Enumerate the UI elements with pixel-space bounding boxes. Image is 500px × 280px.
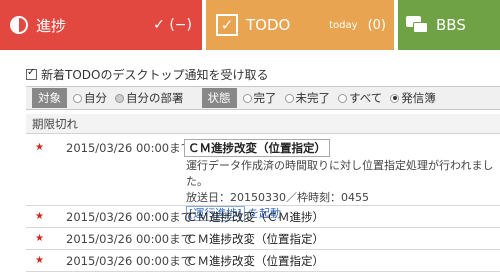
divider	[26, 249, 500, 250]
tab-bbs[interactable]: BBS	[398, 0, 500, 50]
radio-icon	[115, 93, 124, 103]
star-icon: ★	[35, 233, 44, 244]
star-icon: ★	[35, 142, 44, 153]
radio-label: すべて	[349, 91, 383, 105]
tab-todo-count: (0)	[367, 17, 386, 33]
filter-target-label: 対象	[32, 88, 67, 108]
filter-status-label: 状態	[201, 88, 237, 108]
radio-label: 発信簿	[401, 91, 436, 105]
tab-todo-label: TODO	[246, 16, 291, 34]
radio-label: 未完了	[295, 91, 331, 105]
section-title: 期限切れ	[32, 116, 78, 131]
tab-todo[interactable]: ✓ TODO today (0)	[206, 0, 394, 50]
list-item[interactable]: ★ 2015/03/26 00:00まで ＣＭ進捗改変（位置指定） 運行データ作…	[26, 139, 500, 221]
star-icon: ★	[35, 211, 44, 222]
divider	[26, 227, 500, 228]
list-item[interactable]: ★ 2015/03/26 00:00まで ＣＭ進捗改変（位置指定）	[26, 231, 500, 249]
item-title[interactable]: ＣＭ進捗改変（位置指定）	[186, 253, 324, 269]
divider	[26, 205, 500, 206]
item-title[interactable]: ＣＭ進捗改変（位置指定）	[184, 139, 330, 157]
item-date: 2015/03/26 00:00まで	[66, 141, 193, 155]
tab-todo-today: today	[329, 19, 358, 31]
item-detail-line1: 運行データ作成済の時間取りに対し位置指定処理が行われました。	[186, 159, 494, 188]
radio-label: 自分	[84, 91, 107, 105]
item-date: 2015/03/26 00:00まで	[66, 232, 193, 246]
radio-target-dept[interactable]: 自分の部署	[115, 90, 184, 106]
tab-todo-count-wrap: today (0)	[329, 18, 386, 33]
desktop-notify-option[interactable]: 新着TODOのデスクトップ通知を受け取る	[26, 66, 268, 83]
tab-bar: 進捗 ✓ (−) ✓ TODO today (0) BBS	[0, 0, 500, 50]
divider	[26, 271, 500, 272]
tab-progress[interactable]: 進捗 ✓ (−)	[0, 0, 202, 50]
star-icon: ★	[35, 255, 44, 266]
filter-bar: 対象 自分 自分の部署 状態 完了 未完了 すべて 発信簿	[26, 86, 500, 110]
checkbox-icon: ✓	[216, 14, 238, 36]
section-overdue: 期限切れ	[26, 114, 500, 134]
radio-icon	[73, 93, 82, 103]
radio-status-undone[interactable]: 未完了	[284, 90, 331, 106]
chat-bubbles-icon	[406, 15, 428, 35]
item-detail-line2: 放送日：20150330／枠時刻：0455	[186, 191, 369, 204]
radio-status-all[interactable]: すべて	[338, 90, 382, 106]
notify-label: 新着TODOのデスクトップ通知を受け取る	[41, 68, 269, 82]
notify-checkbox[interactable]	[26, 67, 37, 80]
radio-status-done[interactable]: 完了	[242, 90, 277, 106]
pie-chart-icon	[10, 16, 28, 34]
radio-icon	[338, 93, 347, 103]
tab-bbs-label: BBS	[436, 16, 466, 34]
radio-target-self[interactable]: 自分	[73, 90, 107, 106]
radio-icon	[242, 93, 252, 103]
radio-label: 完了	[253, 91, 277, 105]
radio-label: 自分の部署	[126, 91, 184, 105]
radio-icon	[390, 93, 400, 103]
tab-progress-label: 進捗	[36, 16, 67, 35]
item-date: 2015/03/26 00:00まで	[66, 210, 193, 224]
item-title[interactable]: ＣＭ進捗改変（位置指定）	[186, 231, 324, 247]
list-item[interactable]: ★ 2015/03/26 00:00まで ＣＭ進捗改変（位置指定）	[26, 253, 500, 271]
tab-progress-count: ✓ (−)	[153, 17, 192, 33]
radio-icon	[284, 93, 294, 103]
radio-status-sent[interactable]: 発信簿	[390, 90, 436, 106]
item-title[interactable]: ＣＭ進捗改変（ＣＭ進捗）	[186, 209, 324, 225]
list-item[interactable]: ★ 2015/03/26 00:00まで ＣＭ進捗改変（ＣＭ進捗）	[26, 209, 500, 227]
item-date: 2015/03/26 00:00まで	[66, 254, 193, 268]
